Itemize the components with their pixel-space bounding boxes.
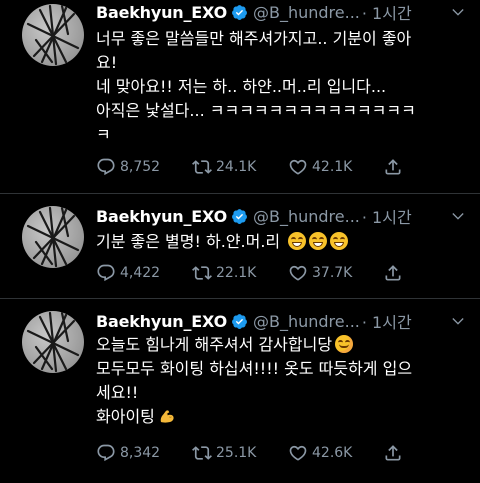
tweet-1[interactable]: Baekhyun_EXO @B_hundre... · 1시간 너무 좋은 말씀… xyxy=(0,0,480,190)
retweet-button[interactable]: 25.1K xyxy=(192,441,256,465)
timestamp[interactable]: · 1시간 xyxy=(362,309,412,333)
grinning-face-icon xyxy=(309,232,328,250)
verified-badge-icon xyxy=(231,313,248,330)
heart-icon xyxy=(288,443,308,463)
grinning-face-icon xyxy=(288,232,307,250)
avatar[interactable] xyxy=(22,4,84,66)
timestamp[interactable]: · 1시간 xyxy=(362,204,412,228)
tweet-actions: 8,342 25.1K 42.6K xyxy=(96,441,468,465)
display-name[interactable]: Baekhyun_EXO xyxy=(96,312,227,331)
tweet-feed: Baekhyun_EXO @B_hundre... · 1시간 너무 좋은 말씀… xyxy=(0,0,480,483)
avatar[interactable] xyxy=(22,206,84,268)
like-button[interactable]: 37.7K xyxy=(288,261,352,285)
tweet-2[interactable]: Baekhyun_EXO @B_hundre... · 1시간 기분 좋은 별명… xyxy=(0,194,480,296)
user-handle[interactable]: @B_hundre... xyxy=(253,312,360,331)
grinning-face-icon xyxy=(330,232,349,250)
chevron-down-icon[interactable] xyxy=(450,208,466,224)
heart-icon xyxy=(288,263,308,283)
tweet-text: 기분 좋은 별명! 하.얀.머.리 xyxy=(96,230,468,254)
display-name[interactable]: Baekhyun_EXO xyxy=(96,3,227,22)
retweet-button[interactable]: 22.1K xyxy=(192,261,256,285)
retweet-button[interactable]: 24.1K xyxy=(192,155,256,179)
reply-icon xyxy=(96,263,116,283)
reply-button[interactable]: 4,422 xyxy=(96,261,160,285)
tweet-actions: 8,752 24.1K 42.1K xyxy=(96,155,468,179)
flexed-biceps-icon xyxy=(158,407,176,425)
tweet-text: 오늘도 힘나게 해주셔서 감사합니당 모두모두 화이팅 하십셔!!!! 옷도 따… xyxy=(96,335,413,426)
like-button[interactable]: 42.6K xyxy=(288,441,352,465)
heart-icon xyxy=(288,157,308,177)
share-button[interactable] xyxy=(383,261,403,285)
tweet-text: 너무 좋은 말씀들만 해주셔가지고.. 기분이 좋아 요! 네 맞아요!! 저는… xyxy=(96,29,416,144)
share-button[interactable] xyxy=(383,441,403,465)
like-button[interactable]: 42.1K xyxy=(288,155,352,179)
tweet-header: Baekhyun_EXO @B_hundre... · 1시간 xyxy=(96,0,412,24)
user-handle[interactable]: @B_hundre... xyxy=(253,207,360,226)
tweet-header: Baekhyun_EXO @B_hundre... · 1시간 xyxy=(96,204,412,228)
reply-button[interactable]: 8,752 xyxy=(96,155,160,179)
user-handle[interactable]: @B_hundre... xyxy=(253,3,360,22)
display-name[interactable]: Baekhyun_EXO xyxy=(96,207,227,226)
verified-badge-icon xyxy=(231,4,248,21)
reply-button[interactable]: 8,342 xyxy=(96,441,160,465)
retweet-icon xyxy=(192,443,212,463)
share-button[interactable] xyxy=(383,155,403,179)
retweet-icon xyxy=(192,263,212,283)
chevron-down-icon[interactable] xyxy=(450,4,466,20)
reply-icon xyxy=(96,443,116,463)
avatar[interactable] xyxy=(22,311,84,373)
share-icon xyxy=(383,263,403,283)
verified-badge-icon xyxy=(231,208,248,225)
chevron-down-icon[interactable] xyxy=(450,313,466,329)
share-icon xyxy=(383,443,403,463)
tweet-3[interactable]: Baekhyun_EXO @B_hundre... · 1시간 오늘도 힘나게 … xyxy=(0,299,480,483)
tweet-header: Baekhyun_EXO @B_hundre... · 1시간 xyxy=(96,309,412,333)
retweet-icon xyxy=(192,157,212,177)
reply-icon xyxy=(96,157,116,177)
share-icon xyxy=(383,157,403,177)
tweet-actions: 4,422 22.1K 37.7K xyxy=(96,261,468,285)
timestamp[interactable]: · 1시간 xyxy=(362,0,412,24)
smiling-face-icon xyxy=(335,335,354,353)
